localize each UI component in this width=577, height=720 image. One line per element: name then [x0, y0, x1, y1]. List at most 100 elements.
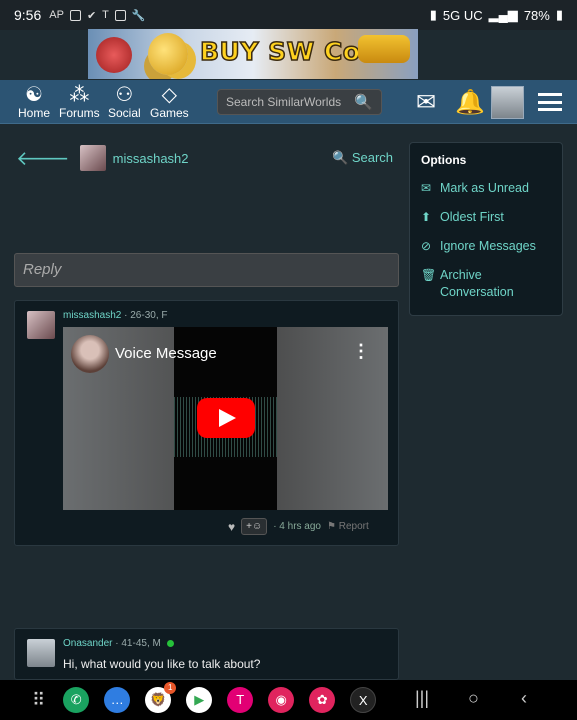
- nav-home[interactable]: ☯ Home: [18, 85, 50, 120]
- option-label: Mark as Unread: [440, 181, 529, 195]
- reply-input[interactable]: Reply: [14, 253, 399, 287]
- nav-games[interactable]: ◇ Games: [150, 85, 189, 120]
- option-ignore-messages[interactable]: ⊘ Ignore Messages: [421, 238, 551, 255]
- search-link-label: Search: [351, 150, 394, 165]
- back-arrow-icon[interactable]: 🡐: [16, 146, 70, 171]
- diamond-icon: ◇: [161, 84, 178, 106]
- message-avatar[interactable]: [27, 311, 55, 339]
- option-archive[interactable]: 🗑 Archive Conversation: [421, 267, 551, 301]
- heart-icon[interactable]: ♥: [228, 520, 235, 534]
- phone-app-icon[interactable]: ✆: [63, 687, 90, 713]
- home-icon: ☯: [25, 84, 43, 106]
- message-avatar[interactable]: [27, 639, 55, 667]
- reply-placeholder: Reply: [23, 261, 62, 278]
- user-avatar[interactable]: [491, 86, 524, 119]
- search-icon: 🔍: [354, 94, 373, 111]
- back-button-icon[interactable]: ‹: [521, 688, 527, 709]
- search-input[interactable]: Search SimilarWorlds 🔍: [217, 89, 382, 115]
- message-author[interactable]: Onasander: [63, 638, 112, 649]
- coins-icon: [148, 33, 188, 75]
- message-meta: · 41-45, M: [115, 638, 161, 649]
- message-header: missashash2 · 26-30, F: [63, 310, 168, 321]
- flag-icon: ⚑: [327, 521, 336, 532]
- search-icon: 🔍: [332, 150, 349, 165]
- camera-app-icon[interactable]: ◉: [268, 687, 295, 713]
- option-label: Archive Conversation: [440, 268, 514, 299]
- partner-avatar[interactable]: [79, 145, 106, 171]
- status-right: ▮ 5G UC ▂▄▆ 78% ▮: [430, 7, 563, 23]
- network-type: 5G UC: [442, 7, 483, 23]
- video-title[interactable]: Voice Message: [115, 345, 217, 362]
- option-label: Ignore Messages: [440, 239, 536, 253]
- gallery-icon: [69, 9, 81, 21]
- report-label: Report: [338, 521, 369, 532]
- wrench-icon: 🔧: [131, 9, 146, 22]
- conversation-search-link[interactable]: 🔍 Search: [332, 150, 393, 166]
- brave-app-icon[interactable]: 🦁 1: [145, 682, 177, 713]
- search-placeholder: Search SimilarWorlds: [226, 95, 342, 109]
- online-indicator: [166, 639, 174, 647]
- nav-games-label: Games: [150, 106, 189, 120]
- nav-social-label: Social: [108, 106, 141, 120]
- mail-icon[interactable]: ✉: [416, 88, 436, 117]
- message-header: Onasander · 41-45, M: [63, 638, 174, 649]
- notification-icons: AP ✔ T 🔧: [49, 9, 145, 22]
- recents-icon[interactable]: |||: [415, 688, 429, 709]
- message-text: Hi, what would you like to talk about?: [63, 657, 261, 671]
- nav-social[interactable]: ⚇ Social: [108, 85, 141, 120]
- message-meta: · 26-30, F: [124, 310, 168, 321]
- home-button-icon[interactable]: ○: [468, 688, 479, 709]
- nav-home-label: Home: [18, 106, 51, 120]
- calendar-icon: [114, 9, 126, 21]
- message-footer: ♥ +☺ · 4 hrs ago ⚑ Report: [228, 518, 369, 535]
- message-time: · 4 hrs ago: [273, 521, 321, 532]
- forums-icon: ⁂: [69, 84, 90, 106]
- tmobile-icon: T: [102, 9, 109, 21]
- nav-forums[interactable]: ⁂ Forums: [59, 85, 100, 120]
- check-icon: ✔: [86, 9, 97, 22]
- social-icon: ⚇: [115, 84, 134, 106]
- trash-icon: 🗑: [421, 268, 437, 282]
- top-nav: ☯ Home ⁂ Forums ⚇ Social ◇ Games Search …: [0, 80, 577, 124]
- android-nav-bar: ⠿ ✆ … 🦁 1 ▶ T ◉ ✿ X ||| ○ ‹: [0, 680, 577, 720]
- arrow-up-icon: ⬆: [421, 210, 432, 224]
- more-options-icon[interactable]: ⋮: [352, 341, 370, 362]
- partner-name[interactable]: missashash2: [113, 151, 189, 166]
- bell-icon[interactable]: 🔔: [455, 88, 485, 117]
- app-drawer-icon[interactable]: ⠿: [32, 690, 45, 711]
- youtube-video-embed[interactable]: Voice Message ⋮: [63, 327, 388, 510]
- signal-icon: ▂▄▆: [488, 7, 518, 22]
- message-card: Onasander · 41-45, M Hi, what would you …: [14, 628, 399, 680]
- banner-car-image: [358, 35, 410, 63]
- message-card: missashash2 · 26-30, F Voice Message ⋮ ♥…: [14, 300, 399, 546]
- banner-decoration: [96, 37, 132, 73]
- status-bar: 9:56 AP ✔ T 🔧 ▮ 5G UC ▂▄▆ 78% ▮: [0, 0, 577, 30]
- options-panel: Options ✉ Mark as Unread ⬆ Oldest First …: [409, 142, 563, 316]
- report-link[interactable]: ⚑ Report: [327, 521, 369, 532]
- option-oldest-first[interactable]: ⬆ Oldest First: [421, 209, 551, 226]
- menu-icon[interactable]: [538, 93, 562, 111]
- buy-coins-banner[interactable]: BUY SW Coins: [88, 29, 418, 79]
- status-time: 9:56: [14, 7, 42, 23]
- message-author[interactable]: missashash2: [63, 310, 121, 321]
- t-mobile-app-icon[interactable]: T: [227, 687, 254, 713]
- battery-level: 78%: [523, 7, 550, 23]
- play-button[interactable]: [197, 398, 255, 438]
- option-mark-unread[interactable]: ✉ Mark as Unread: [421, 180, 551, 197]
- conversation-header: 🡐 missashash2: [16, 145, 189, 171]
- flower-app-icon[interactable]: ✿: [309, 687, 336, 713]
- video-channel-avatar[interactable]: [71, 335, 109, 373]
- notification-badge: 1: [164, 682, 177, 694]
- add-reaction-button[interactable]: +☺: [241, 518, 268, 535]
- envelope-icon: ✉: [421, 181, 432, 195]
- lock-icon: ▮: [429, 7, 437, 22]
- ap-icon: AP: [49, 9, 64, 21]
- play-store-app-icon[interactable]: ▶: [186, 687, 213, 713]
- option-label: Oldest First: [440, 210, 504, 224]
- eye-slash-icon: ⊘: [421, 239, 432, 253]
- messages-app-icon[interactable]: …: [104, 687, 131, 713]
- battery-icon: ▮: [555, 7, 563, 22]
- x-app-icon[interactable]: X: [350, 687, 377, 713]
- options-title: Options: [421, 153, 467, 167]
- nav-forums-label: Forums: [59, 106, 100, 120]
